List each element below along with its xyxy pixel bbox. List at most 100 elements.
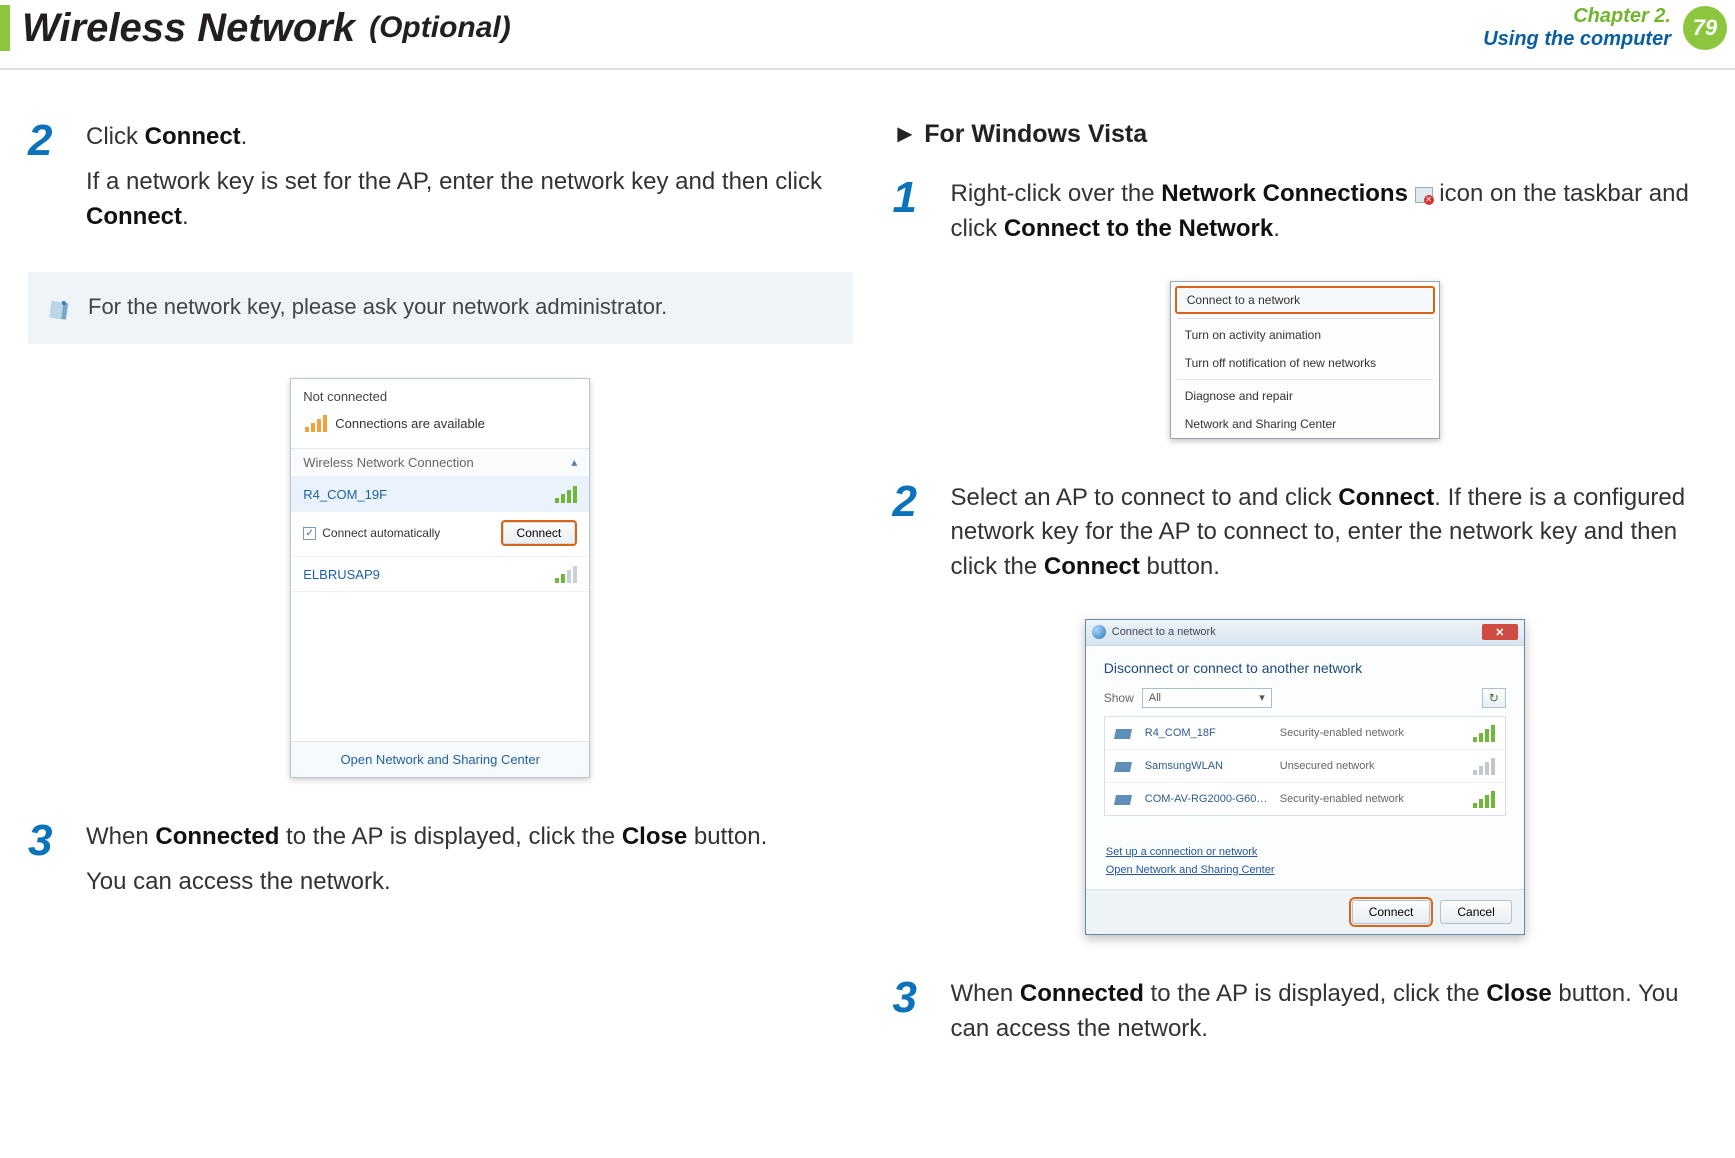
text: to the AP is displayed, click the [279, 823, 621, 850]
menu-item-network-sharing-center[interactable]: Network and Sharing Center [1171, 410, 1439, 438]
step3-line1: When Connected to the AP is displayed, c… [86, 820, 767, 855]
globe-icon [1092, 625, 1106, 639]
network-icon [1115, 791, 1135, 807]
network-type-label: Security-enabled network [1280, 727, 1463, 739]
bold-connect: Connect [145, 123, 241, 150]
connect-button[interactable]: Connect [501, 520, 578, 546]
left-step-2: 2 Click Connect. If a network key is set… [28, 120, 853, 244]
left-step-3: 3 When Connected to the AP is displayed,… [28, 820, 853, 910]
chevron-down-icon: ▾ [1259, 691, 1265, 704]
bold-connect-to-network: Connect to the Network [1004, 215, 1273, 242]
text: . [182, 203, 189, 230]
bold-close: Close [622, 823, 687, 850]
signal-bars-icon [1473, 757, 1495, 775]
network-name-label: R4_COM_19F [303, 487, 387, 502]
text: Click [86, 123, 145, 150]
connections-available-label: Connections are available [335, 416, 485, 431]
page-subtitle: (Optional) [369, 11, 511, 45]
connect-button[interactable]: Connect [1352, 900, 1431, 924]
text: . [1273, 215, 1280, 242]
refresh-button[interactable]: ↻ [1482, 688, 1506, 708]
open-network-center-link[interactable]: Open Network and Sharing Center [291, 741, 589, 777]
network-tray-icon [1415, 187, 1433, 203]
network-row-r4com18f[interactable]: R4_COM_18F Security-enabled network [1105, 717, 1505, 750]
network-row-samsungwlan[interactable]: SamsungWLAN Unsecured network [1105, 750, 1505, 783]
open-network-center-link[interactable]: Open Network and Sharing Center [1106, 862, 1504, 880]
signal-bars-icon [1473, 724, 1495, 742]
win7-flyout-figure: Not connected Connections are available … [28, 378, 853, 778]
r-step3-line: When Connected to the AP is displayed, c… [951, 977, 1718, 1047]
menu-item-turn-off-notification[interactable]: Turn off notification of new networks [1171, 349, 1439, 377]
not-connected-label: Not connected [303, 389, 577, 404]
network-name-label: SamsungWLAN [1145, 760, 1270, 772]
right-step-2: 2 Select an AP to connect to and click C… [893, 481, 1718, 595]
wireless-group-header[interactable]: Wireless Network Connection ▴ [291, 448, 589, 476]
vista-connect-window: Connect to a network ✕ Disconnect or con… [1085, 619, 1525, 935]
window-titlebar: Connect to a network ✕ [1086, 620, 1524, 646]
chapter-number-label: Chapter 2. [1483, 5, 1671, 28]
show-filter-row: Show All ▾ ↻ [1104, 688, 1506, 708]
r-step1-line: Right-click over the Network Connections… [951, 177, 1718, 247]
set-up-connection-link[interactable]: Set up a connection or network [1106, 844, 1504, 862]
step-body: When Connected to the AP is displayed, c… [951, 977, 1718, 1057]
step-body: Right-click over the Network Connections… [951, 177, 1718, 257]
window-title-label: Connect to a network [1112, 626, 1216, 638]
group-title-label: Wireless Network Connection [303, 455, 474, 470]
page-number-badge: 79 [1683, 6, 1727, 50]
bold-connect: Connect [1338, 484, 1434, 511]
step-number: 2 [28, 120, 68, 162]
content-columns: 2 Click Connect. If a network key is set… [0, 70, 1735, 1081]
win7-network-flyout: Not connected Connections are available … [290, 378, 590, 778]
network-name-label: COM-AV-RG2000-G60… [1145, 793, 1270, 805]
dropdown-value: All [1149, 692, 1161, 704]
vista-context-menu: Connect to a network Turn on activity an… [1170, 281, 1440, 439]
step3-line2: You can access the network. [86, 865, 767, 900]
signal-bars-icon [555, 485, 577, 503]
bold-connect: Connect [86, 203, 182, 230]
window-links: Set up a connection or network Open Netw… [1104, 844, 1506, 889]
network-name-label: R4_COM_18F [1145, 727, 1270, 739]
header-accent-bar [0, 5, 10, 51]
bold-connected: Connected [1020, 980, 1144, 1007]
connect-auto-label: Connect automatically [322, 526, 440, 540]
connect-auto-checkbox[interactable]: ✓ [303, 527, 316, 540]
chapter-block: Chapter 2. Using the computer [1483, 5, 1671, 51]
text: . [241, 123, 248, 150]
menu-separator [1177, 318, 1433, 319]
menu-item-activity-animation[interactable]: Turn on activity animation [1171, 321, 1439, 349]
text: When [951, 980, 1020, 1007]
signal-bars-icon [305, 414, 327, 432]
text: button. [687, 823, 767, 850]
network-type-label: Security-enabled network [1280, 793, 1463, 805]
close-button[interactable]: ✕ [1482, 624, 1518, 640]
note-text: For the network key, please ask your net… [88, 294, 667, 320]
text: Select an AP to connect to and click [951, 484, 1339, 511]
flyout-header: Not connected Connections are available [291, 379, 589, 448]
network-icon [1115, 725, 1135, 741]
menu-item-diagnose-repair[interactable]: Diagnose and repair [1171, 382, 1439, 410]
show-label: Show [1104, 691, 1134, 705]
chevron-up-icon: ▴ [571, 455, 577, 470]
step-number: 2 [893, 481, 933, 523]
note-icon [46, 294, 74, 322]
bold-close: Close [1486, 980, 1551, 1007]
network-item-elbrusap9[interactable]: ELBRUSAP9 [291, 556, 589, 591]
network-item-r4com19f[interactable]: R4_COM_19F [291, 476, 589, 511]
network-row-comavrg2000[interactable]: COM-AV-RG2000-G60… Security-enabled netw… [1105, 783, 1505, 815]
left-column: 2 Click Connect. If a network key is set… [28, 120, 853, 1081]
window-footer: Connect Cancel [1086, 889, 1524, 934]
r-step2-line: Select an AP to connect to and click Con… [951, 481, 1718, 585]
step-body: When Connected to the AP is displayed, c… [86, 820, 767, 910]
right-column: For Windows Vista 1 Right-click over the… [893, 120, 1718, 1081]
chapter-title-label: Using the computer [1483, 28, 1671, 51]
show-filter-dropdown[interactable]: All ▾ [1142, 688, 1272, 708]
window-body: Disconnect or connect to another network… [1086, 646, 1524, 889]
step2-line1: Click Connect. [86, 120, 853, 155]
signal-bars-icon [1473, 790, 1495, 808]
page-title: Wireless Network [22, 6, 355, 51]
step-body: Select an AP to connect to and click Con… [951, 481, 1718, 595]
menu-item-connect-to-network[interactable]: Connect to a network [1175, 286, 1435, 314]
step-number: 3 [893, 977, 933, 1019]
vista-connect-window-figure: Connect to a network ✕ Disconnect or con… [893, 619, 1718, 935]
cancel-button[interactable]: Cancel [1440, 900, 1511, 924]
